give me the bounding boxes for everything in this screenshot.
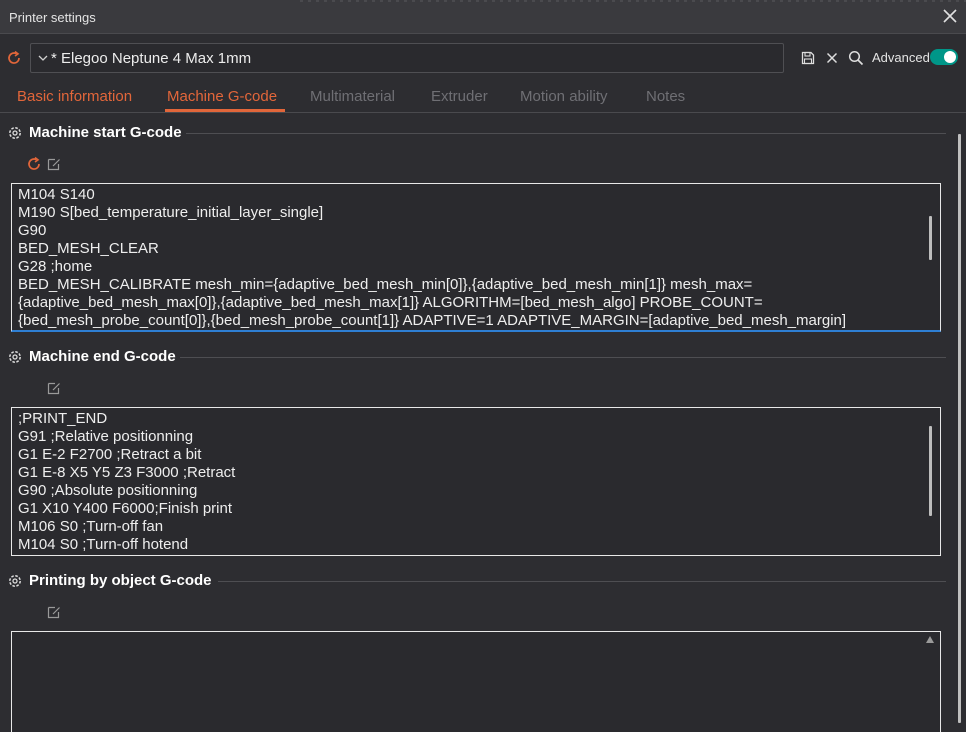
tab-notes[interactable]: Notes	[646, 88, 685, 105]
object-gcode-editor[interactable]	[11, 631, 941, 732]
chevron-down-icon	[38, 55, 48, 61]
gear-icon	[9, 351, 21, 363]
reset-icon[interactable]	[6, 50, 22, 66]
tab-bar: Basic information Machine G-code Multima…	[0, 82, 966, 113]
tab-machine-gcode[interactable]: Machine G-code	[167, 88, 277, 105]
code-line: M190 S[bed_temperature_initial_layer_sin…	[18, 204, 324, 221]
section-divider	[218, 581, 946, 582]
tab-basic-information[interactable]: Basic information	[17, 88, 132, 105]
section-object-gcode: Printing by object G-code	[0, 570, 946, 592]
preset-name: * Elegoo Neptune 4 Max 1mm	[51, 50, 252, 67]
code-line: G90	[18, 222, 47, 239]
title-bar-texture	[300, 0, 966, 2]
section-start-gcode: Machine start G-code	[0, 122, 946, 144]
edit-icon[interactable]	[46, 380, 62, 396]
code-line: G1 X10 Y400 F6000;Finish print	[18, 500, 233, 517]
code-line: G28 ;home	[18, 258, 93, 275]
code-line: G90 ;Absolute positionning	[18, 482, 198, 499]
toggle-knob	[944, 51, 956, 63]
window-title: Printer settings	[9, 10, 96, 25]
code-line: {adaptive_bed_mesh_max[0]},{adaptive_bed…	[18, 294, 763, 311]
page-scrollbar[interactable]	[958, 134, 962, 723]
tab-multimaterial[interactable]: Multimaterial	[310, 88, 395, 105]
editor-scrollbar[interactable]	[929, 216, 932, 260]
page-scrollbar-thumb[interactable]	[958, 134, 961, 723]
section-title: Machine end G-code	[29, 348, 176, 365]
preset-select[interactable]: * Elegoo Neptune 4 Max 1mm	[30, 43, 784, 73]
code-line: G1 E-2 F2700 ;Retract a bit	[18, 446, 202, 463]
code-line: G1 E-8 X5 Y5 Z3 F3000 ;Retract	[18, 464, 236, 481]
section-divider	[180, 357, 946, 358]
section-title: Machine start G-code	[29, 124, 182, 141]
x-icon[interactable]	[824, 50, 840, 66]
close-icon[interactable]	[942, 7, 958, 25]
code-line: G91 ;Relative positionning	[18, 428, 194, 445]
title-bar: Printer settings	[0, 0, 966, 34]
section-end-gcode: Machine end G-code	[0, 346, 946, 368]
save-icon[interactable]	[800, 50, 816, 66]
preset-bar: * Elegoo Neptune 4 Max 1mm Advanced	[0, 34, 966, 82]
edit-icon[interactable]	[46, 604, 62, 620]
tab-motion-ability[interactable]: Motion ability	[520, 88, 608, 105]
edit-icon[interactable]	[46, 156, 62, 172]
search-icon[interactable]	[848, 50, 864, 66]
section-title: Printing by object G-code	[29, 572, 212, 589]
gear-icon	[9, 127, 21, 139]
gear-icon	[9, 575, 21, 587]
code-line: {bed_mesh_probe_count[0]},{bed_mesh_prob…	[18, 312, 847, 329]
active-tab-indicator	[165, 109, 285, 112]
code-line: M106 S0 ;Turn-off fan	[18, 518, 164, 535]
code-line: BED_MESH_CLEAR	[18, 240, 159, 257]
scroll-up-arrow-icon[interactable]	[926, 636, 934, 643]
code-line: ;PRINT_END	[18, 410, 108, 427]
tab-extruder[interactable]: Extruder	[431, 88, 488, 105]
reset-icon[interactable]	[26, 156, 42, 172]
end-gcode-editor[interactable]: ;PRINT_END G91 ;Relative positionning G1…	[11, 407, 941, 556]
editor-scrollbar[interactable]	[929, 426, 932, 516]
advanced-toggle[interactable]	[930, 49, 958, 65]
advanced-label: Advanced	[872, 50, 930, 65]
code-line: M104 S0 ;Turn-off hotend	[18, 536, 189, 553]
section-divider	[186, 133, 946, 134]
start-gcode-editor[interactable]: M104 S140 M190 S[bed_temperature_initial…	[11, 183, 941, 332]
code-line: BED_MESH_CALIBRATE mesh_min={adaptive_be…	[18, 276, 753, 293]
code-line: M104 S140	[18, 186, 95, 203]
